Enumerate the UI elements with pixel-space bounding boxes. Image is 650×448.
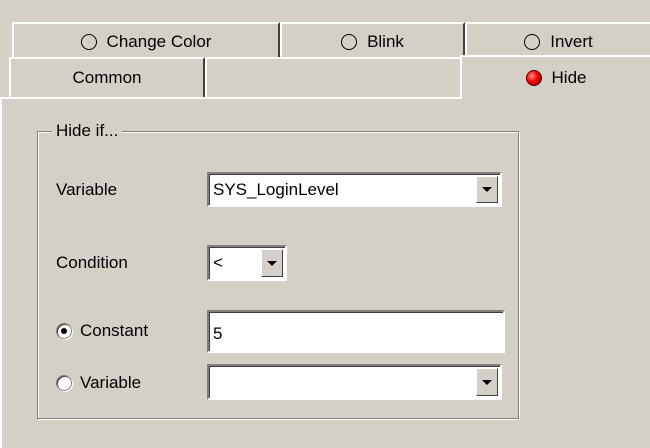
condition-dropdown-value: < (213, 253, 223, 272)
variable-option-dropdown-button[interactable] (476, 368, 498, 396)
condition-dropdown-button[interactable] (261, 249, 283, 277)
tab-blink[interactable]: Blink (280, 22, 465, 60)
variable-dropdown-value: SYS_LoginLevel (213, 179, 339, 199)
constant-radio[interactable]: Constant (56, 321, 148, 341)
tab-common[interactable]: Common (9, 57, 205, 97)
panel-top-edge (0, 97, 460, 99)
tab-label: Invert (550, 32, 593, 51)
tab-empty[interactable] (205, 57, 462, 97)
active-indicator-icon (525, 70, 542, 86)
chevron-down-icon (482, 187, 492, 192)
radio-unselected-icon[interactable] (56, 375, 72, 391)
variable-dropdown-button[interactable] (476, 176, 498, 203)
tab-change-color[interactable]: Change Color (12, 22, 280, 60)
radio-indicator-icon (524, 34, 541, 50)
tab-label: Blink (367, 32, 404, 51)
chevron-down-icon (482, 379, 492, 385)
tab-label: Common (72, 68, 142, 87)
radio-selected-icon[interactable] (56, 323, 72, 339)
radio-indicator-icon (341, 34, 358, 50)
constant-radio-label: Constant (80, 321, 149, 340)
tab-hide[interactable]: Hide (460, 55, 650, 99)
condition-label: Condition (56, 253, 128, 272)
constant-input-value: 5 (213, 324, 223, 343)
tab-label: Change Color (106, 32, 212, 51)
chevron-down-icon (267, 260, 277, 266)
group-title: Hide if... (52, 121, 123, 141)
variable-radio-label: Variable (80, 373, 142, 392)
constant-input[interactable]: 5 (207, 310, 505, 353)
tab-label: Hide (551, 68, 587, 87)
panel-left-edge (0, 97, 2, 448)
condition-dropdown[interactable]: < (207, 245, 287, 281)
radio-indicator-icon (80, 34, 97, 50)
variable-label: Variable (56, 180, 118, 199)
variable-dropdown[interactable]: SYS_LoginLevel (207, 172, 502, 207)
variable-radio[interactable]: Variable (56, 373, 141, 393)
variable-option-dropdown[interactable] (207, 364, 502, 400)
